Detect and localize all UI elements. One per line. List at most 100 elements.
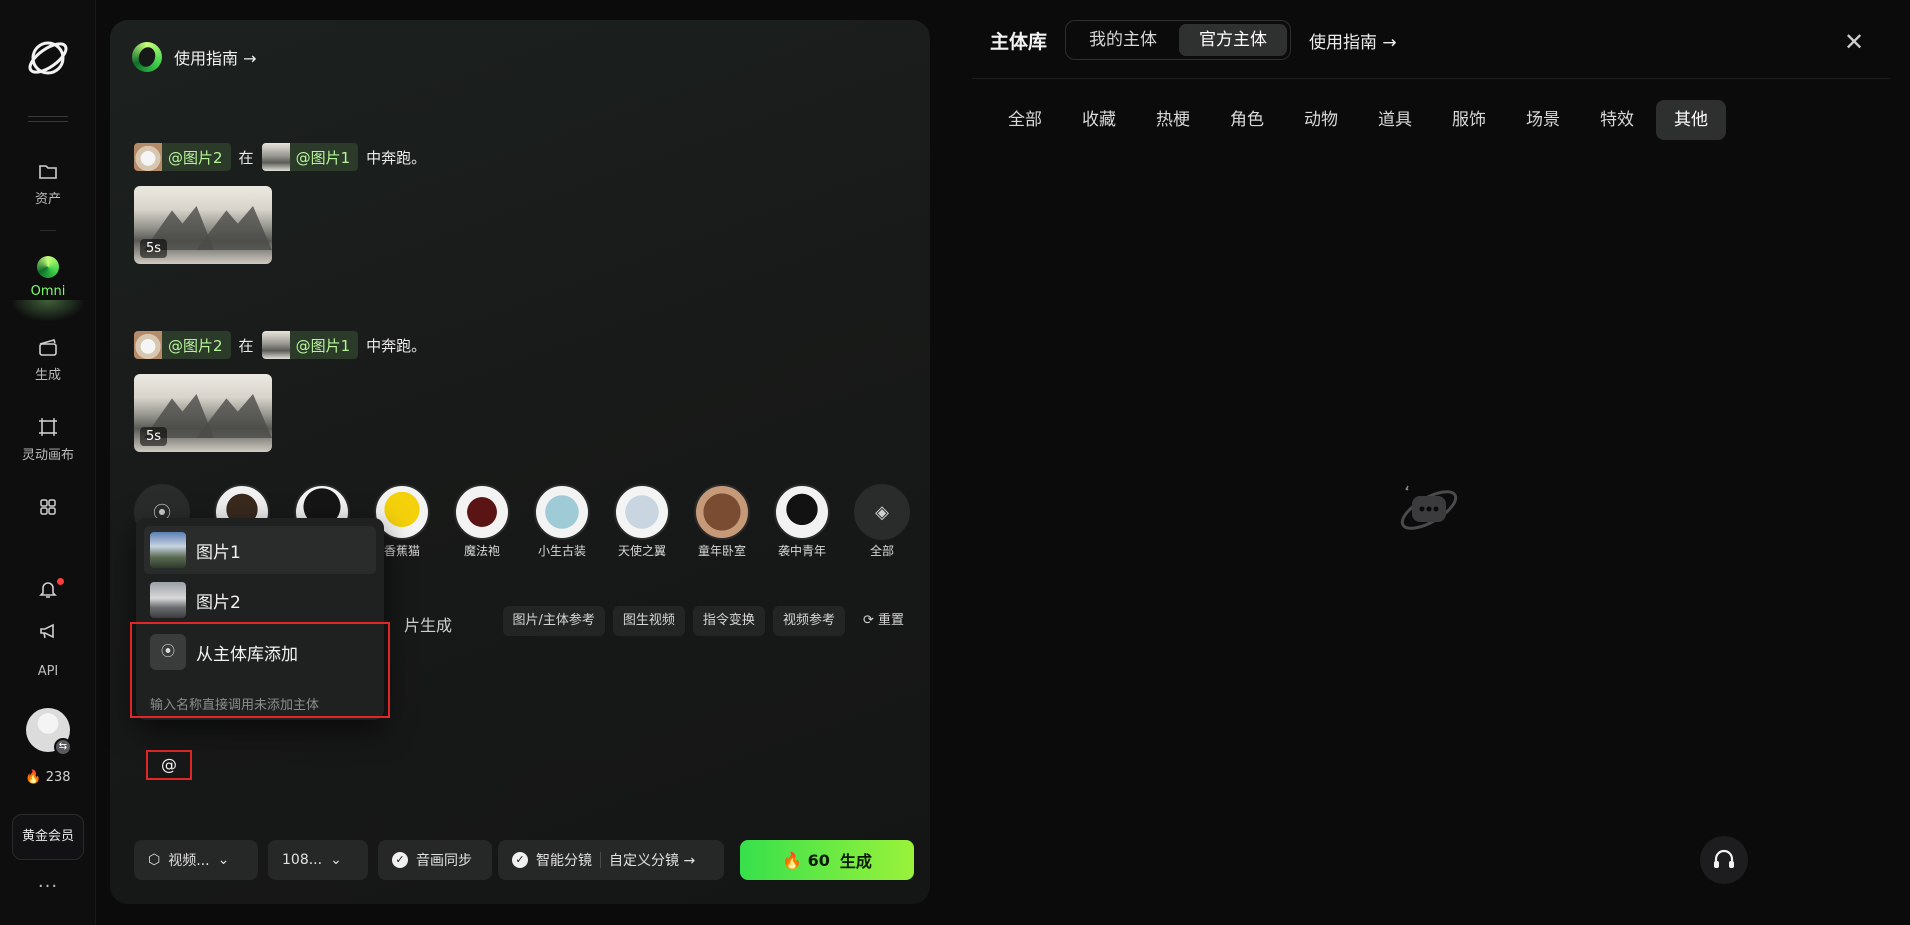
subject-library-panel: 主体库 我的主体 官方主体 使用指南 → ✕ 全部 收藏 热梗 角色 动物 道具…	[972, 18, 1890, 908]
dropdown-item-add-from-library[interactable]: ⦿ 从主体库添加	[144, 628, 376, 676]
more-icon[interactable]: ···	[0, 876, 96, 897]
flame-icon: 🔥	[25, 770, 42, 785]
segment-official-subjects[interactable]: 官方主体	[1179, 24, 1288, 56]
mention-tag[interactable]: @图片1	[261, 143, 359, 171]
category-tab[interactable]: 服饰	[1434, 100, 1504, 140]
subject-item[interactable]: 魔法袍	[452, 484, 512, 559]
rail-item-api[interactable]: API	[0, 664, 96, 679]
rail-item-label: 灵动画布	[21, 448, 74, 463]
subject-item[interactable]: 天使之翼	[612, 484, 672, 559]
mention-thumb	[134, 331, 162, 359]
subject-avatar	[534, 484, 590, 540]
category-tab[interactable]: 场景	[1508, 100, 1578, 140]
rail-item-notifications[interactable]	[0, 578, 96, 606]
credits-value: 238	[45, 770, 71, 785]
subject-item[interactable]: 童年卧室	[692, 484, 752, 559]
subject-all-button[interactable]: ◈ 全部	[852, 484, 912, 559]
rail-item-label: 生成	[34, 368, 61, 383]
subject-label: 天使之翼	[617, 544, 666, 558]
customer-support-button[interactable]	[1700, 836, 1748, 884]
subject-avatar	[694, 484, 750, 540]
prompt-text: 中奔跑。	[366, 336, 427, 355]
mode-tab[interactable]: 片生成	[404, 612, 452, 636]
omni-logo-icon	[132, 42, 162, 72]
vip-button[interactable]: 黄金会员	[12, 814, 84, 860]
chip-instruction-transform[interactable]: 指令变换	[692, 606, 765, 636]
subject-label: 全部	[869, 544, 894, 558]
smart-shot-toggle[interactable]: ✓ 智能分镜 自定义分镜 →	[498, 840, 724, 880]
cost-value: 60	[807, 850, 830, 870]
audio-sync-toggle[interactable]: ✓ 音画同步	[378, 840, 492, 880]
guide-link[interactable]: 使用指南 →	[132, 42, 257, 72]
rail-item-apps[interactable]	[0, 496, 96, 524]
subject-item[interactable]: 小生古装	[532, 484, 592, 559]
category-tab[interactable]: 动物	[1286, 100, 1356, 140]
mention-dropdown: 图片1 图片2 ⦿ 从主体库添加 输入名称直接调用未添加主体	[136, 518, 384, 720]
dropdown-item-image1[interactable]: 图片1	[144, 526, 376, 574]
mention-tag[interactable]: @图片1	[261, 331, 359, 359]
rail-item-label: 资产	[34, 192, 61, 207]
video-result-thumbnail[interactable]: 5s	[134, 374, 272, 452]
dropdown-item-image2[interactable]: 图片2	[144, 576, 376, 624]
category-tab[interactable]: 特效	[1582, 100, 1652, 140]
select-value: 108...	[282, 852, 323, 868]
dropdown-label: 从主体库添加	[196, 644, 298, 665]
subject-avatar	[614, 484, 670, 540]
generate-button[interactable]: 🔥 60 生成	[740, 840, 914, 880]
custom-shot-link[interactable]: 自定义分镜 →	[609, 850, 695, 870]
mention-trigger[interactable]: @	[146, 750, 192, 780]
apps-grid-icon	[40, 499, 56, 515]
subject-item[interactable]: 袭中青年	[772, 484, 832, 559]
clapper-icon	[39, 339, 57, 356]
rail-item-assets[interactable]: 资产	[0, 160, 96, 207]
subject-label: 小生古装	[537, 544, 586, 558]
image-thumbnail	[150, 582, 186, 618]
chip-image-subject-ref[interactable]: 图片/主体参考	[502, 606, 605, 636]
category-tab[interactable]: 角色	[1212, 100, 1282, 140]
chip-video-ref[interactable]: 视频参考	[772, 606, 845, 636]
resolution-select[interactable]: 108... ⌄	[268, 840, 368, 880]
flame-icon: 🔥	[782, 850, 803, 870]
toggle-label: 音画同步	[416, 853, 472, 869]
category-tab-active[interactable]: 其他	[1656, 100, 1726, 140]
prompt-text: 中奔跑。	[366, 148, 427, 167]
mention-label: @图片2	[168, 148, 223, 167]
megaphone-icon	[40, 623, 54, 639]
video-type-select[interactable]: ⬡ 视频... ⌄	[134, 840, 258, 880]
prompt-text: 在	[238, 148, 254, 167]
close-icon[interactable]: ✕	[1840, 28, 1868, 56]
api-label: API	[37, 664, 59, 679]
category-tab[interactable]: 热梗	[1138, 100, 1208, 140]
reset-button[interactable]: ⟳ 重置	[853, 606, 914, 636]
switch-account-icon[interactable]: ⇆	[54, 738, 72, 756]
chip-image-to-video[interactable]: 图生视频	[612, 606, 685, 636]
mention-tag[interactable]: @图片2	[134, 331, 231, 359]
segment-my-subjects[interactable]: 我的主体	[1069, 24, 1177, 56]
mention-label: @图片1	[295, 148, 351, 167]
category-tab[interactable]: 全部	[990, 100, 1060, 140]
prompt-history-item: @图片2 在 @图片1 中奔跑。	[134, 331, 426, 359]
video-result-thumbnail[interactable]: 5s	[134, 186, 272, 264]
app-logo-icon[interactable]	[26, 36, 70, 80]
folder-icon	[39, 165, 57, 179]
rail-item-generate[interactable]: 生成	[0, 336, 96, 383]
subject-avatar	[454, 484, 510, 540]
rail-item-announcements[interactable]	[0, 620, 96, 648]
category-tabs: 全部 收藏 热梗 角色 动物 道具 服饰 场景 特效 其他	[990, 100, 1730, 140]
reset-label: 重置	[877, 613, 904, 628]
reference-chips: 图片/主体参考 图生视频 指令变换 视频参考 ⟳ 重置	[502, 606, 914, 636]
mention-thumb	[261, 331, 290, 359]
library-segment-control: 我的主体 官方主体	[1065, 20, 1292, 60]
category-tab[interactable]: 道具	[1360, 100, 1430, 140]
empty-state-icon	[1400, 485, 1458, 530]
prompt-history-item: @图片2 在 @图片1 中奔跑。	[134, 143, 426, 171]
rail-item-omni[interactable]: Omni	[0, 256, 96, 299]
omni-icon	[37, 256, 59, 278]
library-guide-link[interactable]: 使用指南 →	[1309, 28, 1397, 53]
category-tab[interactable]: 收藏	[1064, 100, 1134, 140]
subject-label: 童年卧室	[697, 544, 746, 558]
rail-item-canvas[interactable]: 灵动画布	[0, 416, 96, 463]
brand-wordmark	[28, 116, 68, 122]
dropdown-label: 图片1	[196, 542, 241, 563]
mention-tag[interactable]: @图片2	[134, 143, 231, 171]
